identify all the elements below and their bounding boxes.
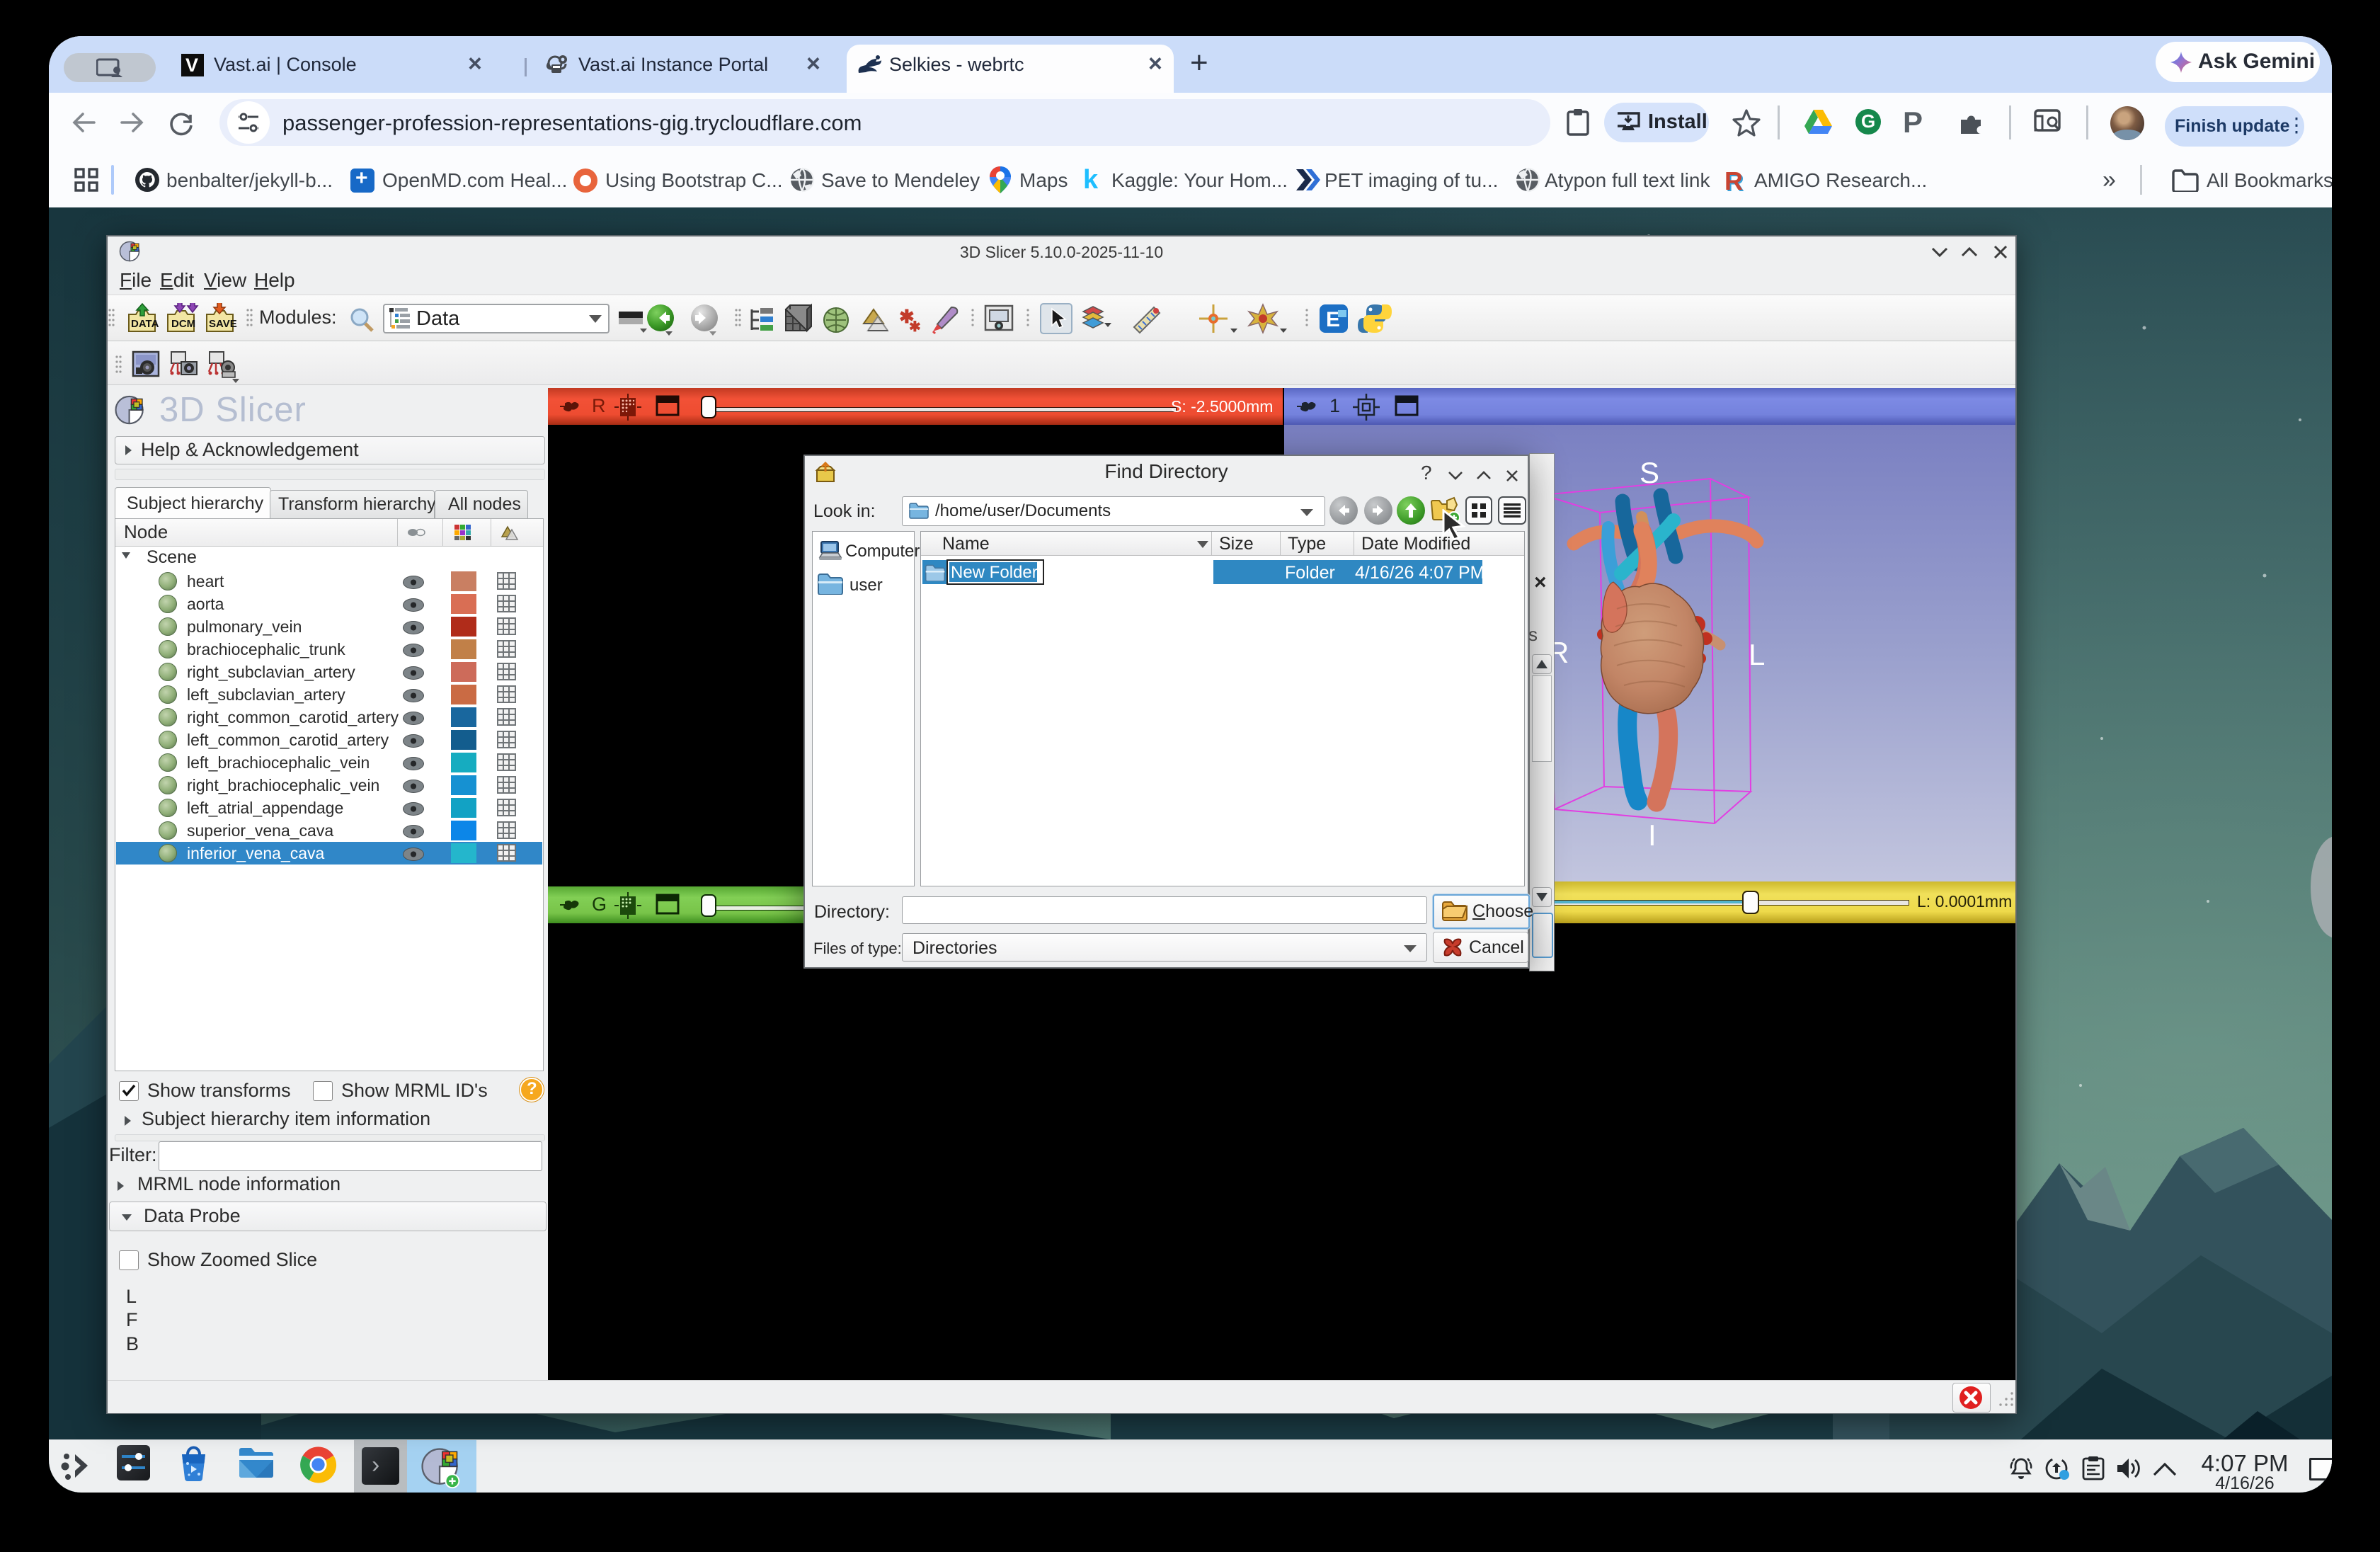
svg-text:SAVE: SAVE <box>209 318 237 330</box>
svg-text:S: S <box>1640 456 1659 489</box>
svg-text:I: I <box>1648 818 1657 852</box>
svg-text:✱: ✱ <box>909 319 921 335</box>
svg-text:DATA: DATA <box>131 318 159 330</box>
svg-text:DCM: DCM <box>171 318 195 330</box>
svg-text:L: L <box>1749 638 1765 671</box>
svg-text:Modules:: Modules: <box>259 307 337 328</box>
svg-text:Data: Data <box>416 307 460 330</box>
